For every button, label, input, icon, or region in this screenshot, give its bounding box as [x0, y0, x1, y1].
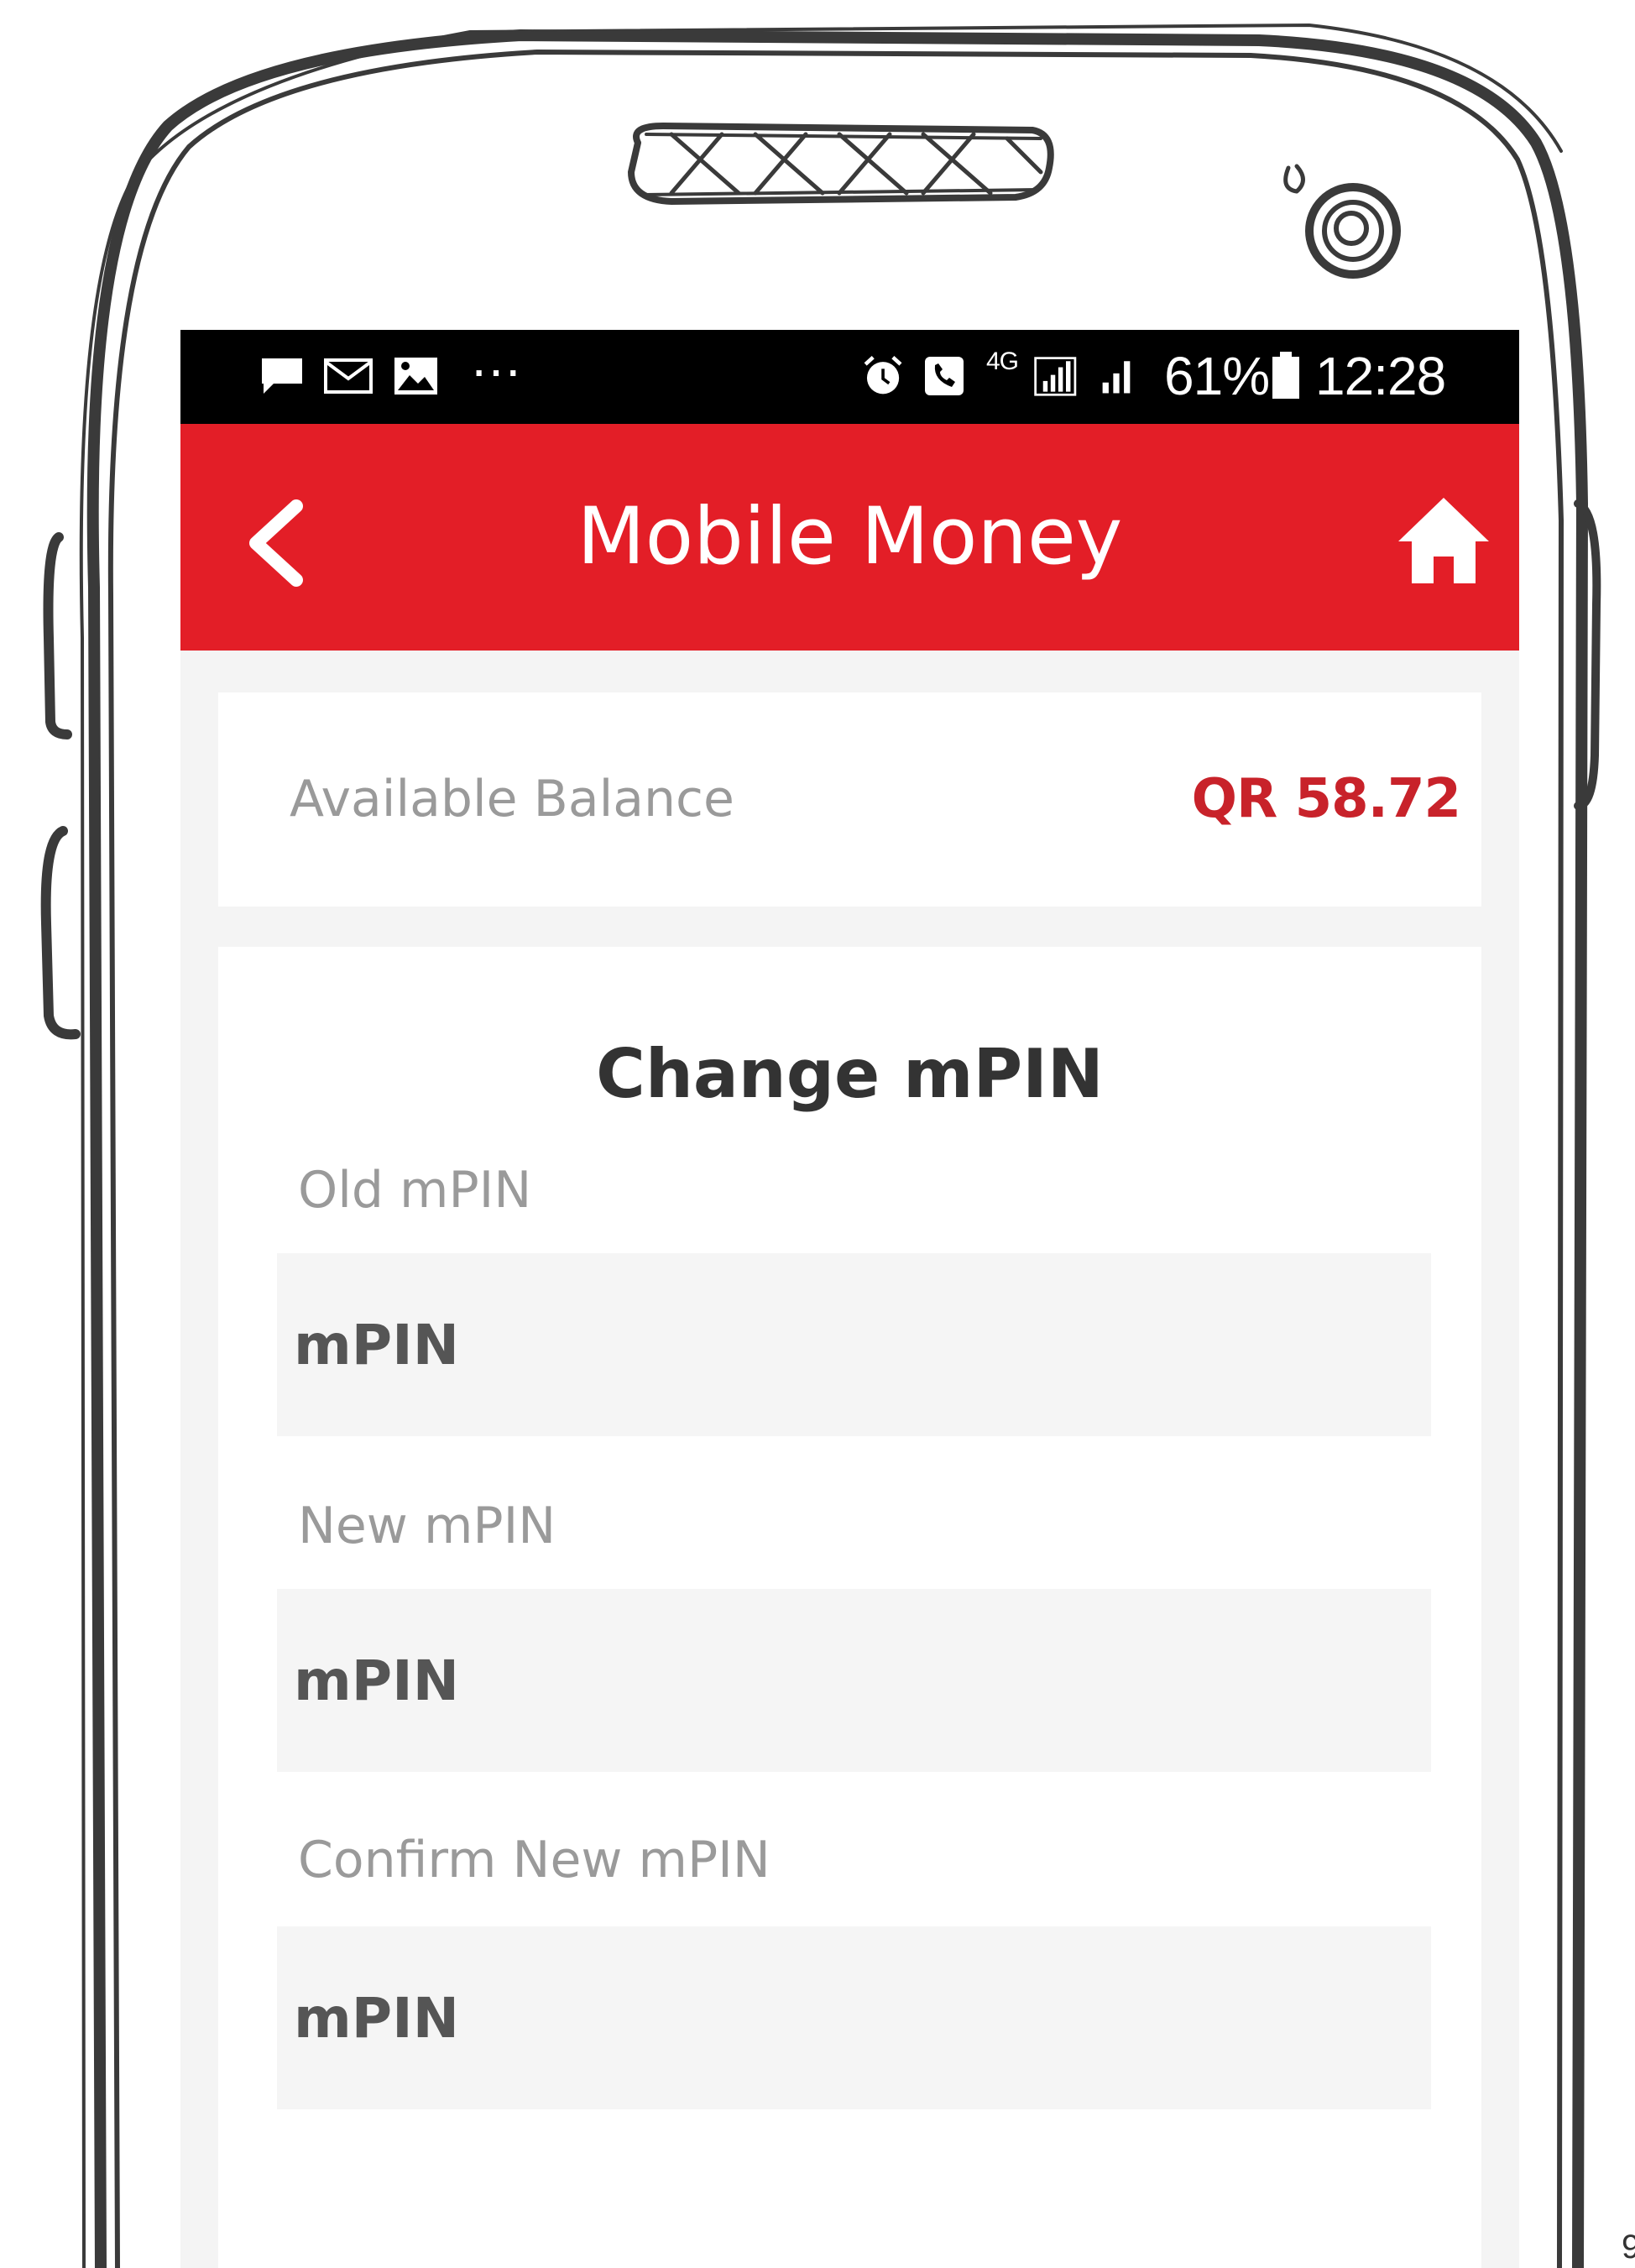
mail-icon: [324, 358, 373, 394]
status-bar: ··· 4G 61% 12:28: [180, 330, 1519, 424]
phone-screen: ··· 4G 61% 12:28 Mobile Money Available …: [180, 330, 1519, 2268]
old-mpin-label: Old mPIN: [298, 1161, 532, 1220]
confirm-new-mpin-input[interactable]: [277, 1926, 1431, 2109]
phone-icon: [925, 357, 964, 395]
old-mpin-input[interactable]: [277, 1253, 1431, 1436]
balance-value: QR 58.72: [1191, 768, 1461, 830]
battery-icon: [1272, 352, 1299, 399]
alarm-icon: [864, 356, 902, 395]
balance-card: Available Balance QR 58.72: [218, 692, 1481, 907]
form-title: Change mPIN: [596, 1035, 1104, 1113]
clock-time: 12:28: [1315, 346, 1446, 406]
signal-icon: [1034, 357, 1131, 396]
image-icon: [394, 358, 437, 395]
home-icon: [1398, 498, 1489, 583]
more-notifications-indicator: ···: [470, 339, 522, 400]
chat-icon: [262, 358, 302, 394]
page-title: Mobile Money: [577, 491, 1123, 583]
change-mpin-form: Change mPIN Old mPIN New mPIN Confirm Ne…: [218, 947, 1481, 2268]
network-type-label: 4G: [986, 348, 1019, 375]
app-header: Mobile Money: [180, 424, 1519, 651]
balance-label: Available Balance: [290, 770, 734, 828]
home-button[interactable]: [1393, 489, 1494, 590]
new-mpin-label: New mPIN: [298, 1497, 556, 1555]
confirm-new-mpin-label: Confirm New mPIN: [298, 1831, 770, 1889]
page-number-fragment: 9: [1622, 2229, 1635, 2265]
new-mpin-input[interactable]: [277, 1589, 1431, 1772]
battery-percent: 61%: [1164, 346, 1270, 406]
